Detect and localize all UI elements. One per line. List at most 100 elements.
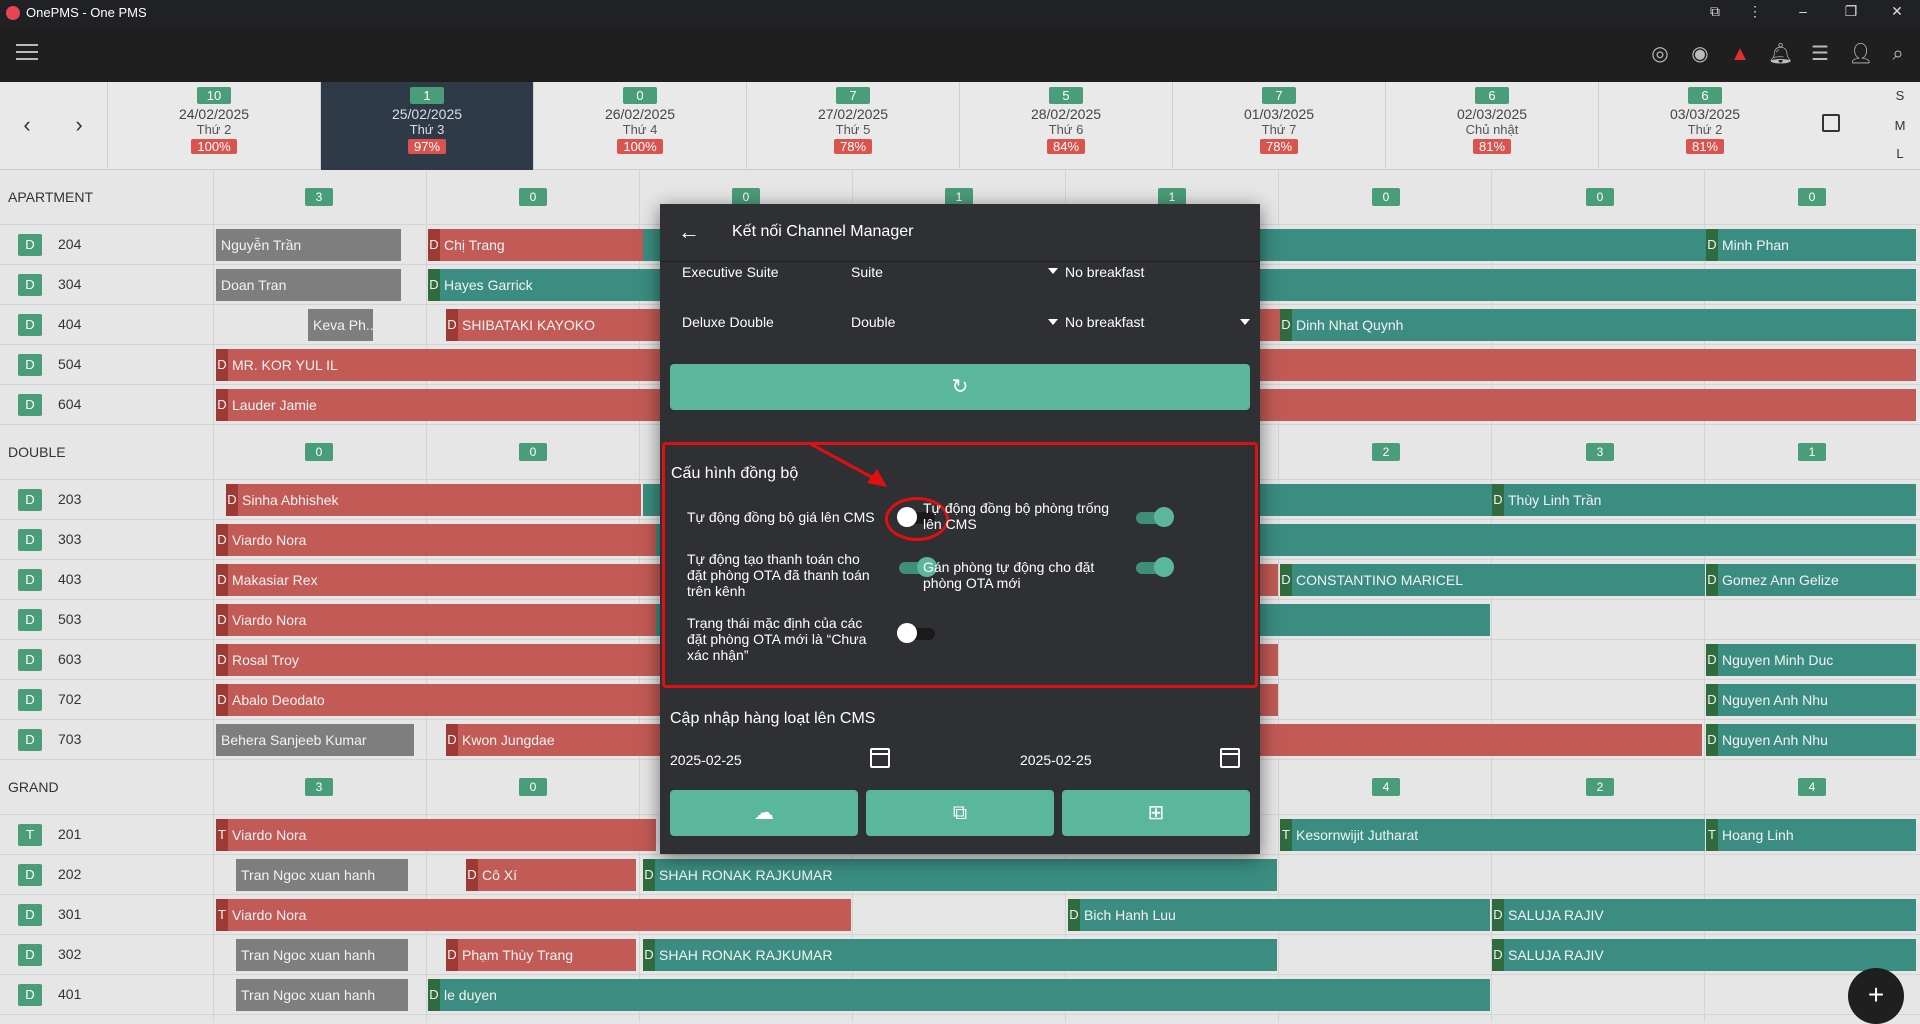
size-s[interactable]: S — [1880, 88, 1920, 103]
booking-bar[interactable]: Dle duyen — [428, 979, 1490, 1011]
booking-bar[interactable]: D Viardo Nora — [216, 604, 656, 636]
booking-bar[interactable]: Behera Sanjeeb Kumar — [216, 724, 414, 756]
booking-bar[interactable]: D SHAH RONAK RAJKUMAR — [643, 859, 1277, 891]
booking-bar[interactable]: T Viardo Nora — [216, 819, 656, 851]
booking-bar[interactable]: D CONSTANTINO MARICEL — [1280, 564, 1705, 596]
booking-bar[interactable]: D SALUJA RAJIV — [1492, 939, 1916, 971]
booking-bar[interactable]: Keva Ph... — [308, 309, 373, 341]
date-column[interactable]: 1 25/02/2025 Thứ 3 97% — [320, 82, 533, 170]
mapping-type[interactable]: Double — [851, 314, 895, 330]
auto-assign-toggle[interactable] — [1136, 557, 1174, 577]
minimize-button[interactable]: – — [1788, 3, 1818, 19]
add-user-icon[interactable]: 👤︎ — [1848, 42, 1873, 66]
to-date-input[interactable]: 2025-02-25 — [1020, 752, 1092, 768]
fingerprint-icon[interactable]: ◎ — [1648, 42, 1672, 66]
booking-bar[interactable]: Nguyễn Trần — [216, 229, 401, 261]
next-arrow-icon[interactable]: › — [64, 112, 94, 138]
booking-bar[interactable]: D Phạm Thùy Trang — [446, 939, 636, 971]
calendar-icon[interactable] — [870, 748, 890, 768]
booking-bar[interactable]: D Dinh Nhat Quynh — [1280, 309, 1916, 341]
room-type-badge: D — [18, 274, 42, 296]
date-count-badge: 7 — [1262, 87, 1296, 104]
booking-bar[interactable]: D Chị Trang — [428, 229, 643, 261]
booking-bar[interactable]: D Nguyen Anh Nhu — [1706, 724, 1916, 756]
booking-bar[interactable]: Doan Tran — [216, 269, 401, 301]
room-number: 403 — [58, 571, 82, 587]
booking-bar[interactable]: D Minh Phan — [1706, 229, 1916, 261]
more-options-icon[interactable]: ⋮ — [1740, 3, 1770, 20]
calendar-icon[interactable] — [1822, 114, 1840, 132]
booking-bar[interactable]: T Viardo Nora — [216, 899, 851, 931]
from-date-input[interactable]: 2025-02-25 — [670, 752, 742, 768]
booking-bar[interactable]: D Nguyen Minh Duc — [1706, 644, 1916, 676]
booking-status-tag: D — [216, 349, 228, 381]
booking-bar[interactable]: D SHAH RONAK RAJKUMAR — [643, 939, 1277, 971]
room-number: 401 — [58, 986, 82, 1002]
booking-bar[interactable]: Tran Ngoc xuan hanh — [236, 939, 408, 971]
date-column[interactable]: 10 24/02/2025 Thứ 2 100% — [107, 82, 320, 170]
booking-bar[interactable]: T Hoang Linh — [1706, 819, 1916, 851]
hamburger-menu-icon[interactable] — [16, 44, 38, 60]
size-l[interactable]: L — [1880, 146, 1920, 161]
weekday-label: Thứ 7 — [1261, 122, 1297, 137]
booking-bar[interactable]: D Sinha Abhishek — [226, 484, 641, 516]
room-number: 301 — [58, 906, 82, 922]
booking-bar[interactable]: D Cô Xí — [466, 859, 636, 891]
guest-name: Behera Sanjeeb Kumar — [221, 732, 367, 748]
guest-name: Viardo Nora — [232, 612, 307, 628]
room-type-badge: D — [18, 649, 42, 671]
restore-button[interactable]: ❐ — [1836, 3, 1866, 20]
chevron-down-icon[interactable] — [1240, 319, 1250, 325]
default-status-toggle[interactable] — [897, 623, 935, 643]
size-m[interactable]: M — [1880, 118, 1920, 133]
back-arrow-icon[interactable]: ← — [678, 219, 700, 245]
copy-button[interactable]: ⧉ — [866, 790, 1054, 836]
annotation-arrow-icon — [808, 441, 887, 487]
warning-icon[interactable]: ▲ — [1728, 42, 1752, 66]
bulk-update-title: Cập nhập hàng loạt lên CMS — [670, 710, 876, 727]
booking-status-tag: T — [1706, 819, 1718, 851]
date-column[interactable]: 5 28/02/2025 Thứ 6 84% — [959, 82, 1172, 170]
booking-bar[interactable]: D Viardo Nora — [216, 524, 656, 556]
mapping-meal[interactable]: No breakfast — [1065, 314, 1144, 330]
date-column[interactable]: 6 02/03/2025 Chủ nhật 81% — [1385, 82, 1598, 170]
sync-availability-toggle[interactable] — [1136, 507, 1174, 527]
booking-status-tag: D — [1706, 229, 1718, 261]
mapping-meal[interactable]: No breakfast — [1065, 266, 1144, 280]
date-column[interactable]: 7 01/03/2025 Thứ 7 78% — [1172, 82, 1385, 170]
mapping-type[interactable]: Suite — [851, 266, 883, 280]
search-icon[interactable]: ⌕ — [1886, 42, 1910, 66]
date-label: 25/02/2025 — [391, 106, 463, 122]
chevron-down-icon[interactable] — [1048, 319, 1058, 325]
date-column[interactable]: 6 03/03/2025 Thứ 2 81% — [1598, 82, 1811, 170]
booking-bar[interactable]: D Thùy Linh Trần — [1492, 484, 1916, 516]
booking-status-tag: D — [1068, 899, 1080, 931]
list-icon[interactable]: ☰ — [1808, 42, 1832, 66]
refresh-button[interactable]: ↻ — [670, 364, 1250, 410]
eye-icon[interactable]: ◉ — [1688, 42, 1712, 66]
mapping-row: Deluxe Double Double No breakfast — [680, 314, 1250, 334]
group-count-badge: 4 — [1798, 778, 1826, 796]
booking-bar[interactable]: T Kesornwijit Jutharat — [1280, 819, 1705, 851]
chevron-down-icon[interactable] — [1048, 268, 1058, 274]
booking-bar[interactable]: Tran Ngoc xuan hanh — [236, 859, 408, 891]
booking-bar[interactable]: D Nguyen Anh Nhu — [1706, 684, 1916, 716]
booking-bar[interactable]: Tran Ngoc xuan hanh — [236, 979, 408, 1011]
app-logo-icon — [6, 6, 20, 20]
booking-bar[interactable]: D Gomez Ann Gelize — [1706, 564, 1916, 596]
upload-button[interactable]: ☁ — [670, 790, 858, 836]
date-count-badge: 0 — [623, 87, 657, 104]
add-booking-button[interactable]: + — [1848, 968, 1904, 1024]
extensions-icon[interactable]: ⧉ — [1700, 3, 1730, 20]
add-note-button[interactable]: ⊞ — [1062, 790, 1250, 836]
calendar-icon[interactable] — [1220, 748, 1240, 768]
date-column[interactable]: 0 26/02/2025 Thứ 4 100% — [533, 82, 746, 170]
bell-icon[interactable]: 🔔︎ — [1768, 42, 1793, 66]
prev-arrow-icon[interactable]: ‹ — [12, 112, 42, 138]
date-column[interactable]: 7 27/02/2025 Thứ 5 78% — [746, 82, 959, 170]
booking-bar[interactable]: D SALUJA RAJIV — [1492, 899, 1916, 931]
guest-name: SHIBATAKI KAYOKO — [462, 317, 596, 333]
close-button[interactable]: ✕ — [1882, 3, 1912, 20]
booking-status-tag: D — [446, 939, 458, 971]
booking-bar[interactable]: D Bich Hanh Luu — [1068, 899, 1490, 931]
